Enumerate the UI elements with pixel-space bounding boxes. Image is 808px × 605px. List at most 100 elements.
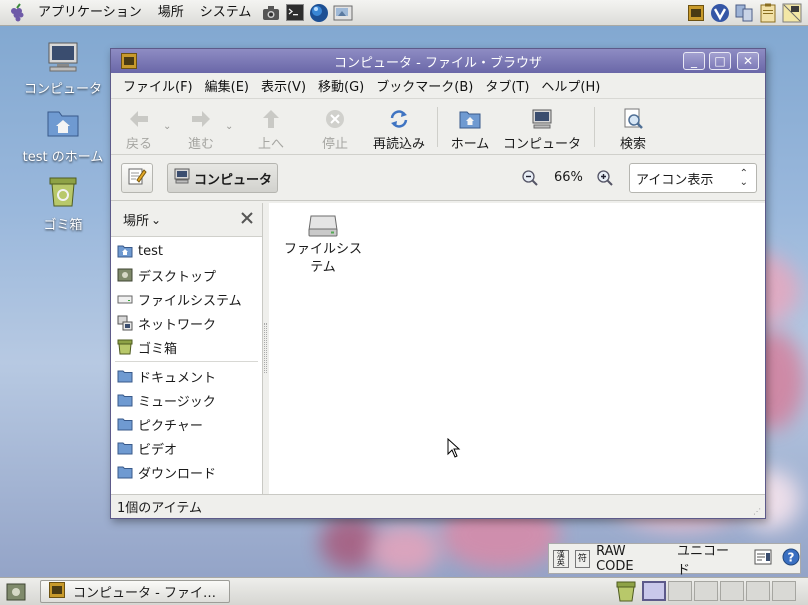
grape-menu-icon[interactable] bbox=[8, 2, 28, 23]
sidebar-item-label: ビデオ bbox=[138, 442, 178, 458]
menubar: ファイル(F) 編集(E) 表示(V) 移動(G) ブックマーク(B) タブ(T… bbox=[111, 73, 765, 99]
view-mode-value: アイコン表示 bbox=[636, 172, 714, 188]
network-icon[interactable] bbox=[734, 3, 754, 23]
desktop-icon bbox=[117, 267, 133, 283]
toolbar: 戻る ⌄ 進む ⌄ 上へ 停止 再読込み ホーム コンピュータ 検索 bbox=[111, 99, 765, 155]
workspace-3[interactable] bbox=[694, 581, 718, 601]
places-menu[interactable]: 場所 bbox=[150, 0, 192, 26]
ime-mode-icon[interactable]: 符 bbox=[574, 549, 591, 568]
folder-icon bbox=[117, 368, 133, 384]
display-icon[interactable] bbox=[782, 3, 802, 23]
web-browser-icon[interactable] bbox=[309, 3, 329, 23]
sidebar-type-select[interactable]: 場所 bbox=[123, 210, 149, 229]
sidebar-item-network[interactable]: ネットワーク bbox=[111, 311, 262, 335]
sidebar-item-videos[interactable]: ビデオ bbox=[111, 436, 262, 460]
menu-help[interactable]: ヘルプ(H) bbox=[535, 76, 606, 95]
computer-button[interactable]: コンピュータ bbox=[496, 107, 588, 152]
screenshot-icon[interactable] bbox=[333, 3, 353, 23]
help-icon[interactable]: ? bbox=[782, 548, 800, 570]
desktop-icon-label: コンピュータ bbox=[23, 82, 102, 97]
view-mode-select[interactable]: アイコン表示 ⌃ ⌄ bbox=[629, 163, 757, 193]
workspace-5[interactable] bbox=[746, 581, 770, 601]
file-item-label: テム bbox=[310, 260, 336, 275]
back-button[interactable]: 戻る bbox=[115, 107, 163, 152]
sidebar-item-downloads[interactable]: ダウンロード bbox=[111, 460, 262, 484]
up-arrow-icon bbox=[261, 107, 281, 131]
menu-bookmarks[interactable]: ブックマーク(B) bbox=[370, 76, 479, 95]
home-folder-icon bbox=[459, 107, 481, 131]
chevron-down-icon[interactable]: ⌄ bbox=[151, 213, 161, 227]
toggle-location-entry-button[interactable] bbox=[121, 163, 153, 193]
taskbar-button-file-browser[interactable]: コンピュータ - ファイ… bbox=[40, 580, 230, 603]
up-button[interactable]: 上へ bbox=[239, 107, 303, 152]
minimize-button[interactable]: _ bbox=[683, 52, 705, 70]
close-button[interactable]: ✕ bbox=[737, 52, 759, 70]
notes-icon[interactable] bbox=[686, 3, 706, 23]
ime-dictionary-icon[interactable] bbox=[754, 549, 772, 569]
desktop-icon-computer[interactable]: コンピュータ bbox=[18, 40, 108, 97]
sidebar-item-label: ピクチャー bbox=[138, 418, 203, 434]
icon-view[interactable]: ファイルシス テム bbox=[269, 203, 765, 495]
forward-history-chevron-icon[interactable]: ⌄ bbox=[225, 121, 239, 132]
forward-arrow-icon bbox=[190, 107, 212, 131]
window-title: コンピュータ - ファイル・ブラウザ bbox=[334, 55, 542, 71]
computer-icon bbox=[174, 168, 190, 188]
maximize-button[interactable]: □ bbox=[709, 52, 731, 70]
workspace-2[interactable] bbox=[668, 581, 692, 601]
forward-button[interactable]: 進む bbox=[177, 107, 225, 152]
workspace-1[interactable] bbox=[642, 581, 666, 601]
sidebar-item-pictures[interactable]: ピクチャー bbox=[111, 412, 262, 436]
zoom-out-icon[interactable] bbox=[521, 169, 539, 191]
search-button[interactable]: 検索 bbox=[601, 107, 665, 152]
update-icon[interactable] bbox=[710, 3, 730, 23]
desktop-icon-label: ゴミ箱 bbox=[43, 218, 83, 233]
sidebar-resize-handle[interactable] bbox=[264, 323, 267, 373]
applications-menu[interactable]: アプリケーション bbox=[30, 0, 150, 26]
ime-kanji-icon[interactable]: 漢英 bbox=[553, 549, 569, 568]
trash-applet-icon[interactable] bbox=[616, 581, 636, 605]
window-titlebar[interactable]: コンピュータ - ファイル・ブラウザ _ □ ✕ bbox=[111, 49, 765, 73]
menu-view[interactable]: 表示(V) bbox=[255, 76, 312, 95]
desktop-icon-trash[interactable]: ゴミ箱 bbox=[18, 176, 108, 233]
workspace-4[interactable] bbox=[720, 581, 744, 601]
close-sidebar-icon[interactable] bbox=[240, 211, 254, 229]
sidebar-item-label: ダウンロード bbox=[138, 466, 217, 482]
menu-edit[interactable]: 編集(E) bbox=[199, 76, 255, 95]
sidebar-divider bbox=[115, 361, 258, 362]
edit-path-icon bbox=[127, 166, 147, 190]
ime-input-label[interactable]: ユニコード bbox=[677, 540, 740, 578]
back-history-chevron-icon[interactable]: ⌄ bbox=[163, 121, 177, 132]
reload-button[interactable]: 再読込み bbox=[367, 107, 431, 152]
menu-tabs[interactable]: タブ(T) bbox=[479, 76, 535, 95]
toolbar-separator bbox=[437, 107, 438, 147]
clipboard-icon[interactable] bbox=[758, 3, 778, 23]
desktop-icon-home[interactable]: test のホーム bbox=[18, 108, 108, 165]
menu-file[interactable]: ファイル(F) bbox=[117, 76, 199, 95]
terminal-icon[interactable] bbox=[285, 3, 305, 23]
home-button[interactable]: ホーム bbox=[444, 107, 496, 152]
path-button-computer[interactable]: コンピュータ bbox=[167, 163, 278, 193]
zoom-level[interactable]: 66% bbox=[554, 170, 583, 185]
home-folder-icon bbox=[117, 243, 133, 259]
show-desktop-icon[interactable] bbox=[6, 582, 26, 605]
sidebar-item-filesystem[interactable]: ファイルシステム bbox=[111, 287, 262, 311]
sidebar-item-desktop[interactable]: デスクトップ bbox=[111, 263, 262, 287]
folder-icon bbox=[117, 416, 133, 432]
status-bar: 1個のアイテム ⋰ bbox=[111, 494, 765, 518]
sidebar-item-music[interactable]: ミュージック bbox=[111, 388, 262, 412]
sidebar-item-test[interactable]: test bbox=[111, 239, 262, 263]
camera-icon[interactable] bbox=[261, 3, 281, 23]
window-menu-icon[interactable] bbox=[121, 53, 137, 69]
zoom-in-icon[interactable] bbox=[596, 169, 614, 191]
workspace-6[interactable] bbox=[772, 581, 796, 601]
ime-mode-label[interactable]: RAW CODE bbox=[596, 544, 665, 574]
system-menu[interactable]: システム bbox=[192, 0, 260, 26]
file-item-filesystem[interactable]: ファイルシス テム bbox=[281, 209, 365, 277]
menu-go[interactable]: 移動(G) bbox=[312, 76, 370, 95]
path-button-label: コンピュータ bbox=[194, 172, 273, 188]
sidebar-item-trash[interactable]: ゴミ箱 bbox=[111, 335, 262, 359]
stop-button[interactable]: 停止 bbox=[303, 107, 367, 152]
toolbar-separator bbox=[594, 107, 595, 147]
resize-grip-icon[interactable]: ⋰ bbox=[753, 508, 761, 516]
sidebar-item-documents[interactable]: ドキュメント bbox=[111, 364, 262, 388]
